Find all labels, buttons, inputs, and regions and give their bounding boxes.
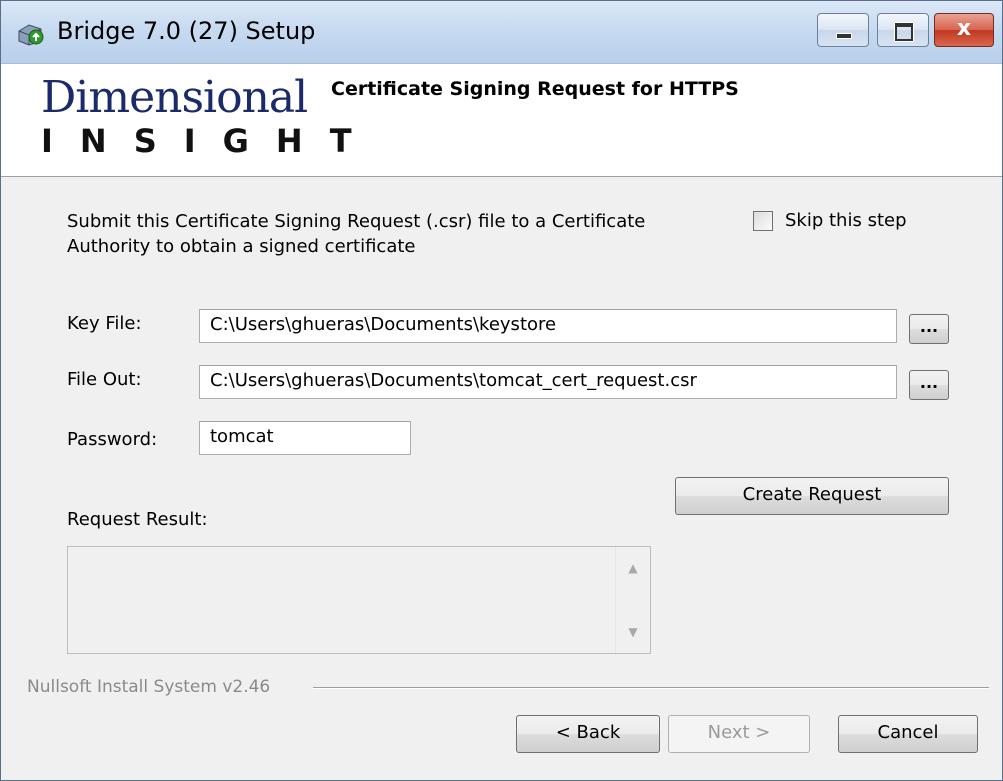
create-request-button[interactable]: Create Request <box>675 477 949 515</box>
browse-key-file-button[interactable]: ... <box>909 314 949 344</box>
window-title: Bridge 7.0 (27) Setup <box>57 17 316 45</box>
instructions-text: Submit this Certificate Signing Request … <box>67 211 646 257</box>
scroll-up-icon[interactable]: ▲ <box>616 561 650 575</box>
cancel-button[interactable]: Cancel <box>838 715 978 753</box>
close-icon: x <box>956 16 972 41</box>
setup-window: Bridge 7.0 (27) Setup x Dimensional INSI… <box>0 0 1003 781</box>
file-out-label: File Out: <box>67 369 142 390</box>
key-file-input[interactable]: C:\Users\ghueras\Documents\keystore <box>199 309 897 343</box>
checkbox-box[interactable] <box>753 211 773 231</box>
file-out-input[interactable]: C:\Users\ghueras\Documents\tomcat_cert_r… <box>199 365 897 399</box>
browse-label: ... <box>919 373 939 392</box>
maximize-button[interactable] <box>877 13 929 47</box>
page-title: Certificate Signing Request for HTTPS <box>331 78 739 100</box>
key-file-label: Key File: <box>67 313 142 334</box>
close-button[interactable]: x <box>934 13 994 47</box>
password-value: tomcat <box>210 426 274 447</box>
password-label: Password: <box>67 429 158 450</box>
key-file-value: C:\Users\ghueras\Documents\keystore <box>210 314 557 335</box>
browse-label: ... <box>919 317 939 336</box>
title-bar[interactable]: Bridge 7.0 (27) Setup x <box>1 1 1002 64</box>
skip-step-label[interactable]: Skip this step <box>785 210 907 231</box>
browse-file-out-button[interactable]: ... <box>909 370 949 400</box>
scroll-down-icon[interactable]: ▼ <box>616 625 650 639</box>
password-input[interactable]: tomcat <box>199 421 411 455</box>
file-out-value: C:\Users\ghueras\Documents\tomcat_cert_r… <box>210 370 697 391</box>
request-result-label: Request Result: <box>67 509 208 530</box>
installer-icon <box>15 19 45 47</box>
logo-dimensional: Dimensional <box>41 72 308 123</box>
back-button[interactable]: < Back <box>516 715 660 753</box>
minimize-button[interactable] <box>817 13 869 47</box>
logo-insight: INSIGHT <box>41 122 379 160</box>
next-button[interactable]: Next > <box>668 715 810 753</box>
minimize-icon <box>836 33 852 39</box>
maximize-icon <box>895 23 913 41</box>
footer-divider <box>313 687 989 689</box>
request-result-textarea[interactable]: ▲ ▼ <box>67 546 651 654</box>
result-scrollbar[interactable]: ▲ ▼ <box>615 547 650 653</box>
wizard-header: Dimensional INSIGHT Certificate Signing … <box>1 64 1002 177</box>
nsis-branding: Nullsoft Install System v2.46 <box>27 677 271 697</box>
